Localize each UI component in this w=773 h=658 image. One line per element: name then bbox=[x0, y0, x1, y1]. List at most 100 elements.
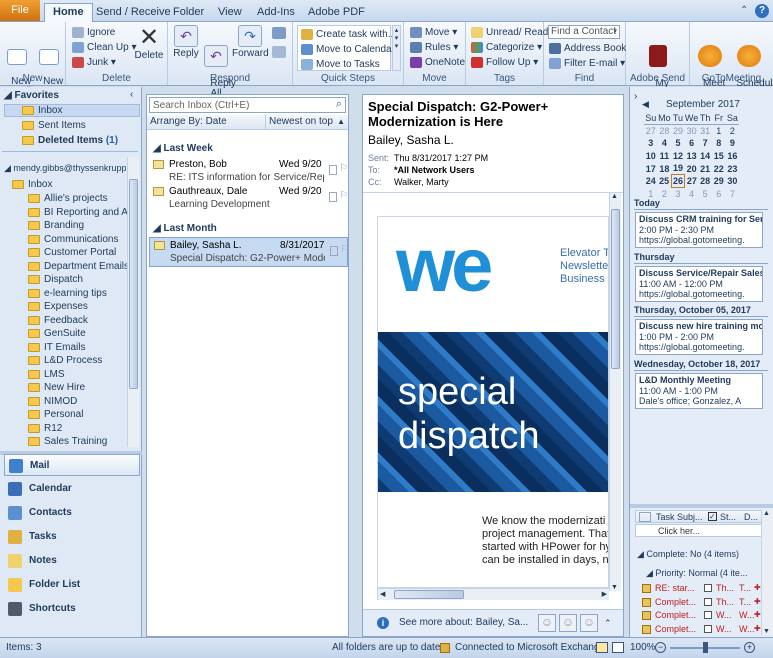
folder-item[interactable]: R12 bbox=[28, 422, 62, 435]
category-icon[interactable] bbox=[330, 246, 338, 256]
to-recipients[interactable]: *All Network Users bbox=[394, 164, 488, 176]
folder-item[interactable]: Customer Portal bbox=[28, 246, 116, 259]
calendar-day[interactable]: 28 bbox=[698, 175, 712, 188]
scroll-right-icon[interactable]: ▶ bbox=[602, 590, 607, 598]
complete-group-header[interactable]: ◢ Complete: No (4 items) bbox=[637, 549, 739, 560]
address-book-button[interactable]: Address Book bbox=[549, 41, 626, 56]
calendar-day[interactable]: 18 bbox=[658, 162, 672, 175]
calendar-day[interactable]: 9 bbox=[726, 137, 740, 150]
folder-item[interactable]: Personal bbox=[28, 408, 83, 421]
tab-add-ins[interactable]: Add-Ins bbox=[249, 4, 303, 22]
calendar-day[interactable]: 21 bbox=[698, 162, 712, 175]
see-more-link[interactable]: See more about: Bailey, Sa... bbox=[399, 617, 528, 628]
reading-vscroll[interactable]: ▲ ▼ bbox=[609, 193, 621, 591]
find-contact-dropdown-icon[interactable]: ▾ bbox=[613, 26, 617, 38]
calendar-day[interactable]: 3 bbox=[644, 137, 658, 150]
zoom-in-icon[interactable]: + bbox=[744, 642, 755, 653]
contact-avatar-icon-3[interactable]: ☺ bbox=[580, 614, 598, 632]
message-item[interactable]: Gauthreaux, Dale Wed 9/20 Learning Develop… bbox=[149, 184, 348, 214]
calendar-day[interactable]: 13 bbox=[685, 150, 699, 163]
nav-button-calendar[interactable]: Calendar bbox=[4, 478, 140, 500]
folder-item[interactable]: Branding bbox=[28, 219, 84, 232]
calendar-day[interactable]: 27 bbox=[644, 125, 658, 138]
calendar-day[interactable]: 8 bbox=[712, 137, 726, 150]
message-sender[interactable]: Bailey, Sasha L. bbox=[368, 133, 454, 147]
folder-item[interactable]: BI Reporting and Ana bbox=[28, 206, 139, 219]
scroll-down-icon[interactable]: ▼ bbox=[611, 584, 618, 591]
appointment-item[interactable]: Discuss CRM training for Servic 2:00 PM -… bbox=[635, 212, 763, 248]
calendar-day[interactable]: 15 bbox=[712, 150, 726, 163]
favorite-sent-items[interactable]: Sent Items bbox=[22, 119, 86, 132]
nav-button-shortcuts[interactable]: Shortcuts bbox=[4, 598, 140, 620]
sort-order-button[interactable]: Newest on top bbox=[265, 115, 333, 129]
meeting-reply-icon[interactable] bbox=[272, 27, 286, 39]
calendar-day[interactable]: 30 bbox=[685, 125, 699, 138]
search-icon[interactable]: ⌕ bbox=[336, 98, 342, 111]
move-button[interactable]: Move ▾ bbox=[410, 25, 457, 40]
calendar-day[interactable]: 20 bbox=[685, 162, 699, 175]
flag-icon[interactable]: ⚐ bbox=[339, 190, 348, 201]
todo-splitter[interactable] bbox=[630, 504, 773, 508]
favorite-deleted-items[interactable]: Deleted Items (1) bbox=[22, 134, 118, 147]
quickstep-create-task[interactable]: Create task with... bbox=[301, 27, 396, 42]
tab-folder[interactable]: Folder bbox=[165, 4, 212, 22]
find-contact-input[interactable]: Find a Contact ▾ bbox=[548, 25, 620, 39]
calendar-day[interactable]: 1 bbox=[712, 125, 726, 138]
calendar-day[interactable]: 26 bbox=[670, 174, 686, 189]
calendar-day[interactable]: 6 bbox=[712, 188, 726, 201]
folder-item[interactable]: Allie's projects bbox=[28, 192, 108, 205]
task-complete-checkbox[interactable] bbox=[704, 597, 712, 606]
minimize-ribbon-icon[interactable]: ⌃ bbox=[740, 5, 752, 17]
task-row[interactable]: Complet... W... W... ✚ bbox=[642, 610, 761, 622]
folder-item[interactable]: Feedback bbox=[28, 314, 88, 327]
flag-icon[interactable]: ⚐ bbox=[340, 244, 349, 255]
task-scrollbar[interactable]: ▲ ▼ bbox=[761, 510, 773, 635]
task-complete-checkbox[interactable] bbox=[704, 584, 712, 592]
delete-button[interactable]: ✕ Delete bbox=[134, 25, 164, 61]
quick-steps-scroll[interactable]: ▴ ▾ ▾ bbox=[392, 25, 401, 71]
calendar-day[interactable]: 28 bbox=[658, 125, 672, 138]
calendar-day[interactable]: 6 bbox=[685, 137, 699, 150]
contact-avatar-icon-2[interactable]: ☺ bbox=[559, 614, 577, 632]
calendar-day[interactable]: 10 bbox=[644, 150, 658, 163]
calendar-day[interactable]: 31 bbox=[698, 125, 712, 138]
folder-item[interactable]: Department Emails bbox=[28, 260, 129, 273]
tab-adobe-pdf[interactable]: Adobe PDF bbox=[300, 4, 373, 22]
calendar-day[interactable]: 24 bbox=[644, 175, 658, 188]
task-flag-icon[interactable]: ✚ bbox=[754, 583, 761, 592]
collapse-todo-icon[interactable]: › bbox=[634, 91, 637, 102]
folder-item[interactable]: e-learning tips bbox=[28, 287, 107, 300]
flag-icon[interactable]: ⚐ bbox=[339, 163, 348, 174]
nav-button-contacts[interactable]: Contacts bbox=[4, 502, 140, 524]
expand-people-pane-icon[interactable]: ⌃ bbox=[604, 618, 612, 629]
reading-view-icon[interactable] bbox=[612, 642, 624, 653]
calendar-day[interactable]: 4 bbox=[658, 137, 672, 150]
task-scroll-up-icon[interactable]: ▲ bbox=[763, 510, 770, 517]
folder-item[interactable]: New Hire bbox=[28, 381, 85, 394]
priority-group-header[interactable]: ◢ Priority: Normal (4 ite... bbox=[646, 568, 747, 579]
scroll-up-icon[interactable]: ▲ bbox=[611, 193, 618, 200]
scroll-left-icon[interactable]: ◀ bbox=[380, 590, 385, 598]
task-status-column[interactable]: St... bbox=[720, 511, 736, 523]
folder-inbox[interactable]: Inbox bbox=[12, 178, 52, 191]
account-header[interactable]: ◢ mendy.gibbs@thyssenkrupp bbox=[4, 163, 126, 174]
calendar-day[interactable]: 4 bbox=[685, 188, 699, 201]
folder-scrollbar[interactable] bbox=[127, 157, 139, 447]
tab-file[interactable]: File bbox=[0, 0, 40, 21]
folder-item[interactable]: L&D Process bbox=[28, 354, 102, 367]
contact-avatar-icon[interactable]: ☺ bbox=[538, 614, 556, 632]
new-task-input[interactable]: Click her... bbox=[635, 524, 771, 537]
group-last-week[interactable]: ◢ Last Week bbox=[153, 143, 213, 154]
task-complete-checkbox[interactable] bbox=[704, 624, 712, 633]
task-flag-icon[interactable]: ✚ bbox=[754, 597, 761, 606]
task-scroll-down-icon[interactable]: ▼ bbox=[763, 628, 770, 635]
search-inbox-input[interactable]: Search Inbox (Ctrl+E) ⌕ bbox=[149, 97, 346, 113]
help-icon[interactable]: ? bbox=[755, 4, 769, 18]
sort-arrow-icon[interactable]: ▲ bbox=[337, 115, 345, 129]
junk-button[interactable]: Junk ▾ bbox=[72, 55, 116, 70]
calendar-day[interactable]: 25 bbox=[658, 175, 672, 188]
group-last-month[interactable]: ◢ Last Month bbox=[153, 223, 217, 234]
arrange-by-button[interactable]: Arrange By: Date bbox=[150, 115, 227, 129]
folder-item[interactable]: GenSuite bbox=[28, 327, 86, 340]
calendar-day[interactable]: 16 bbox=[726, 150, 740, 163]
